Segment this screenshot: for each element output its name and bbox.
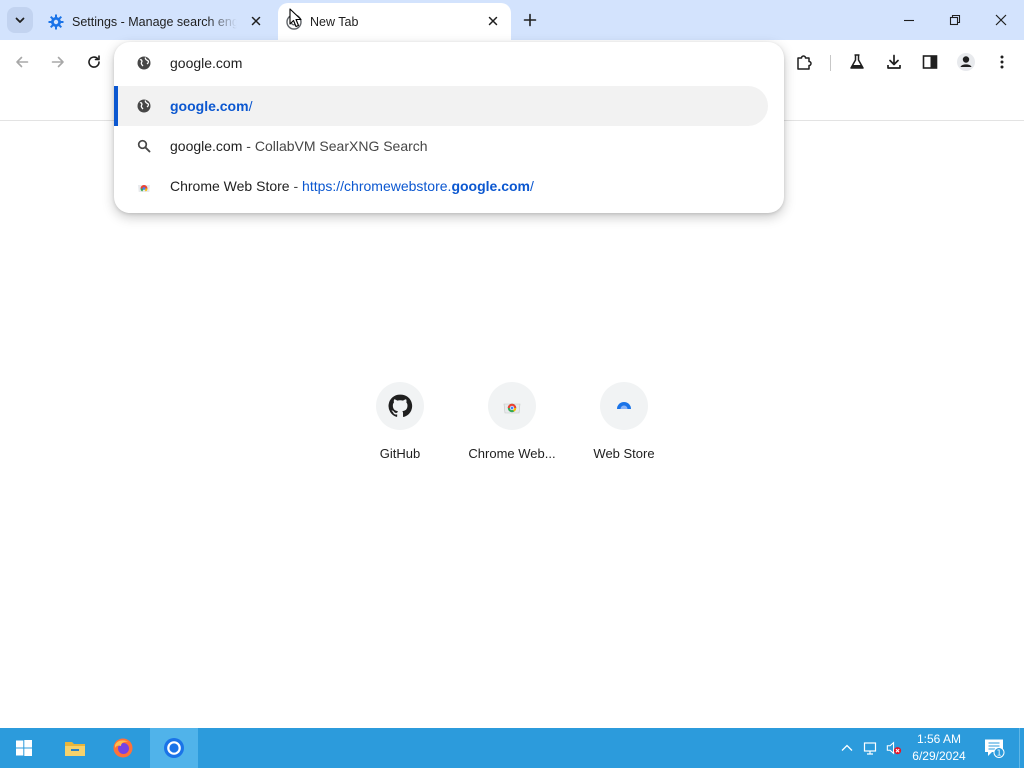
github-icon	[376, 382, 424, 430]
shortcut-web-store[interactable]: Web Store	[568, 381, 680, 471]
restore-button[interactable]	[932, 0, 978, 40]
shortcut-chrome-web-store[interactable]: Chrome Web...	[456, 381, 568, 471]
taskbar-firefox[interactable]	[99, 728, 147, 768]
tab-settings[interactable]: Settings - Manage search engines and sit…	[40, 3, 274, 40]
close-icon	[488, 16, 498, 26]
suggestion-search[interactable]: google.com - CollabVM SearXNG Search	[114, 126, 784, 166]
globe-icon	[136, 55, 152, 71]
suggestion-url-prefix: https://chromewebstore.	[302, 178, 452, 194]
reload-icon	[88, 55, 100, 68]
close-icon	[251, 16, 261, 26]
taskbar-chrome[interactable]	[150, 728, 198, 768]
selection-indicator	[114, 86, 118, 126]
notification-center-button[interactable]: 1	[976, 728, 1012, 768]
omnibox-dropdown: google.com google.com/ google.com - Coll…	[114, 42, 784, 213]
profile-button[interactable]	[952, 48, 980, 76]
firefox-icon	[113, 738, 133, 758]
download-icon	[887, 54, 901, 69]
minimize-icon	[904, 19, 914, 22]
web-store-icon	[600, 382, 648, 430]
more-vertical-icon	[1000, 55, 1004, 69]
close-tab-button[interactable]	[248, 13, 264, 29]
reload-button[interactable]	[80, 48, 108, 76]
shortcut-label: Web Store	[593, 446, 655, 461]
folder-icon	[65, 742, 85, 756]
windows-logo-icon	[16, 740, 32, 756]
menu-button[interactable]	[988, 48, 1016, 76]
avatar-icon	[957, 53, 975, 71]
suggestion-query: google.com	[170, 138, 243, 154]
flask-icon	[850, 54, 864, 69]
network-icon[interactable]	[863, 740, 879, 756]
close-window-button[interactable]	[978, 0, 1024, 40]
address-input[interactable]: google.com	[170, 55, 242, 71]
start-button[interactable]	[0, 728, 48, 768]
suggestion-separator: -	[242, 138, 255, 154]
tab-new-tab[interactable]: New Tab	[278, 3, 511, 40]
address-bar[interactable]: google.com	[114, 42, 784, 84]
gear-icon	[48, 14, 64, 30]
notification-count: 1	[996, 749, 1001, 758]
suggestion-title: Chrome Web Store	[170, 178, 290, 194]
tab-strip: Settings - Manage search engines and sit…	[0, 0, 1024, 40]
chrome-web-store-icon	[488, 382, 536, 430]
extensions-button[interactable]	[790, 48, 818, 76]
shortcut-label: GitHub	[379, 446, 421, 461]
suggestion-separator: -	[289, 178, 303, 194]
arrow-left-icon	[16, 56, 29, 68]
chrome-icon	[164, 738, 184, 758]
chevron-down-icon	[15, 17, 25, 23]
mouse-cursor-icon	[289, 8, 302, 28]
plus-icon	[523, 13, 537, 27]
tray-overflow-button[interactable]	[839, 740, 855, 756]
new-tab-button[interactable]	[518, 8, 542, 32]
labs-button[interactable]	[843, 48, 871, 76]
tab-title: Settings - Manage search engines and sit…	[72, 14, 237, 29]
clock-date: 6/29/2024	[912, 749, 966, 763]
back-button[interactable]	[8, 48, 36, 76]
puzzle-icon	[797, 55, 812, 70]
suggestion-url-suffix: /	[530, 178, 534, 194]
suggestion-url-bold: google.com	[451, 178, 530, 194]
close-tab-button[interactable]	[485, 13, 501, 29]
side-panel-button[interactable]	[916, 48, 944, 76]
suggestion-chrome-web-store[interactable]: Chrome Web Store - https://chromewebstor…	[114, 166, 784, 206]
shortcut-label: Chrome Web...	[468, 446, 556, 461]
clock-time: 1:56 AM	[916, 732, 962, 746]
tab-title: New Tab	[310, 14, 359, 29]
chevron-up-icon	[841, 744, 853, 751]
globe-icon	[136, 98, 152, 114]
side-panel-icon	[922, 55, 938, 69]
suggestion-url-rest: /	[248, 98, 253, 114]
volume-muted-icon[interactable]	[886, 740, 902, 756]
toolbar-separator	[830, 55, 831, 71]
tab-search-button[interactable]	[7, 7, 33, 33]
notification-icon: 1	[985, 739, 1005, 758]
downloads-button[interactable]	[880, 48, 908, 76]
forward-button[interactable]	[44, 48, 72, 76]
restore-icon	[949, 14, 961, 26]
search-icon	[136, 138, 152, 154]
chrome-web-store-icon	[136, 178, 152, 194]
shortcut-github[interactable]: GitHub	[344, 381, 456, 471]
taskbar-file-explorer[interactable]	[51, 728, 99, 768]
taskbar: 1:56 AM 6/29/2024 1	[0, 728, 1024, 768]
show-desktop-button[interactable]	[1019, 728, 1024, 768]
suggestion-text: google.com - CollabVM SearXNG Search	[170, 138, 428, 154]
arrow-right-icon	[51, 56, 64, 68]
suggestion-url-bold: google.com	[170, 98, 249, 114]
close-icon	[995, 14, 1007, 26]
suggestion-url[interactable]: google.com/	[114, 86, 768, 126]
suggestion-text: google.com/	[170, 98, 252, 114]
system-clock[interactable]: 1:56 AM 6/29/2024	[905, 731, 973, 765]
minimize-button[interactable]	[886, 0, 932, 40]
suggestion-text: Chrome Web Store - https://chromewebstor…	[170, 178, 534, 194]
suggestion-description: CollabVM SearXNG Search	[254, 138, 428, 154]
